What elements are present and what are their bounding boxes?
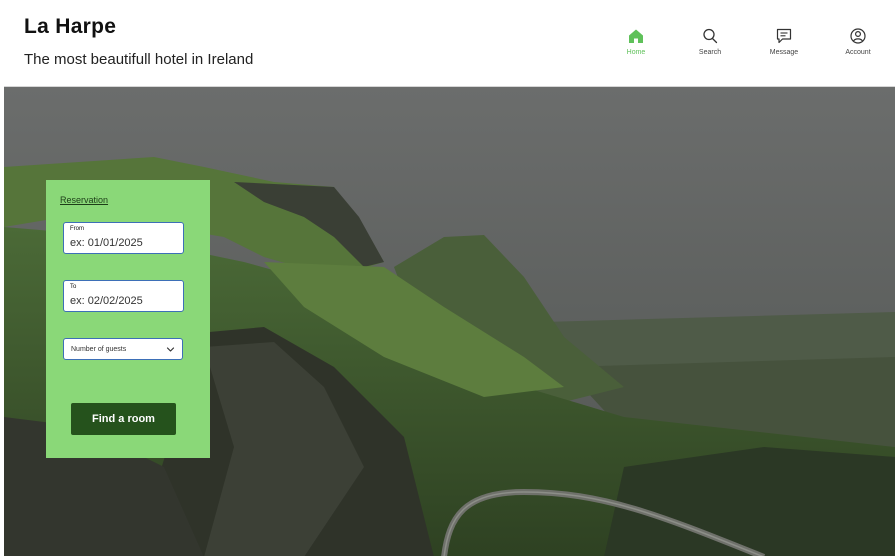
page-subtitle: The most beautifull hotel in Ireland bbox=[24, 51, 254, 68]
message-icon bbox=[776, 28, 792, 44]
chevron-down-icon bbox=[166, 347, 175, 352]
page-title: La Harpe bbox=[24, 15, 117, 38]
account-icon bbox=[850, 28, 866, 44]
guests-select[interactable]: Number of guests bbox=[63, 338, 183, 360]
to-label: To bbox=[70, 284, 77, 290]
from-label: From bbox=[70, 226, 84, 232]
find-room-button[interactable]: Find a room bbox=[71, 403, 176, 435]
to-placeholder: ex: 02/02/2025 bbox=[70, 295, 143, 307]
top-header: La Harpe The most beautifull hotel in Ir… bbox=[0, 0, 895, 86]
home-icon bbox=[629, 29, 643, 43]
nav-search-label: Search bbox=[698, 49, 722, 56]
nav-account-label: Account bbox=[845, 49, 871, 56]
nav-message-label: Message bbox=[769, 49, 799, 56]
nav-search[interactable]: Search bbox=[678, 27, 742, 59]
guests-select-value: Number of guests bbox=[71, 346, 127, 353]
search-icon bbox=[703, 28, 718, 44]
reservation-link[interactable]: Reservation bbox=[60, 195, 108, 205]
from-date-field[interactable]: From ex: 01/01/2025 bbox=[63, 222, 184, 254]
nav-home[interactable]: Home bbox=[604, 27, 668, 59]
nav-account[interactable]: Account bbox=[826, 27, 890, 59]
nav-message[interactable]: Message bbox=[752, 27, 816, 59]
to-date-field[interactable]: To ex: 02/02/2025 bbox=[63, 280, 184, 312]
nav-home-label: Home bbox=[626, 49, 646, 56]
from-placeholder: ex: 01/01/2025 bbox=[70, 237, 143, 249]
reservation-panel: Reservation From ex: 01/01/2025 To ex: 0… bbox=[46, 180, 210, 458]
